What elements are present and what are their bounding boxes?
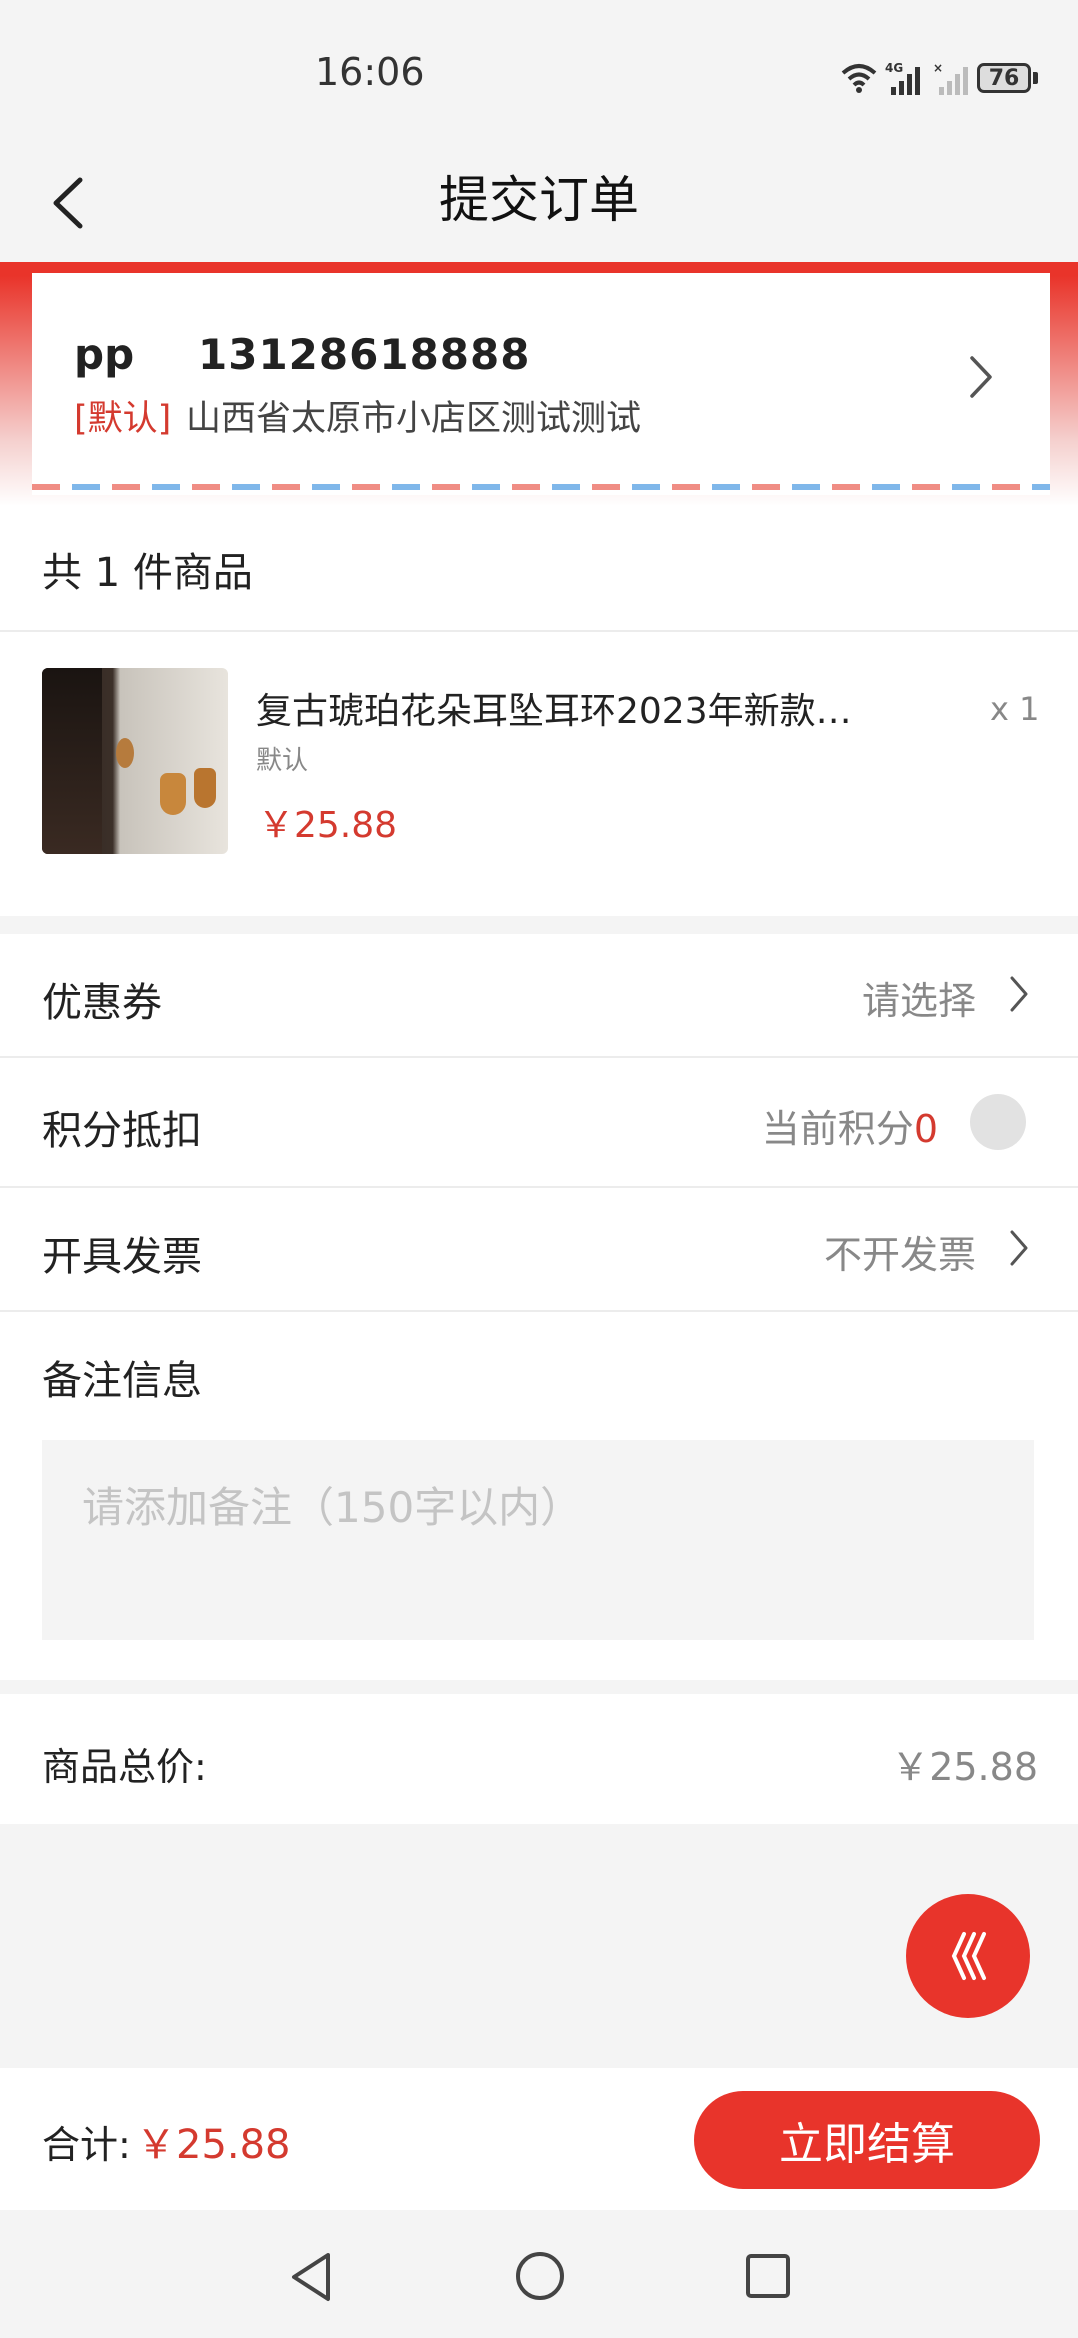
wifi-icon [841,64,877,93]
total-label: 商品总价: [42,1745,207,1789]
page-title: 提交订单 [439,171,639,229]
divider [0,1310,1078,1312]
product-title[interactable]: 复古琥珀花朵耳坠耳环2023年新款… [256,682,896,734]
invoice-label: 开具发票 [42,1234,202,1280]
nav-recent-icon[interactable] [744,2252,792,2300]
sum-label: 合计: [42,2123,131,2167]
note-placeholder: 请添加备注（150字以内） [82,1483,583,1532]
points-text: 当前积分 [761,1107,914,1151]
signal-4g-icon: 4G [885,61,920,95]
thumb-earring [116,738,134,768]
product-spec: 默认 [256,746,309,776]
battery-cap [1033,72,1038,84]
nav-back-icon[interactable] [286,2250,336,2304]
coupon-value[interactable]: 请选择 [862,970,976,1025]
header: 提交订单 [0,140,1078,262]
divider [0,630,1078,632]
chevron-right-icon[interactable] [966,352,996,402]
thumb-hair [42,668,102,854]
address-name: pp [74,330,135,379]
points-value: 当前积分0 [762,1098,938,1153]
checkout-button[interactable]: 立即结算 [694,2091,1040,2189]
status-time: 16:06 [315,50,425,94]
floating-service-button[interactable] [906,1894,1030,2018]
battery-level: 76 [988,65,1020,91]
chevron-right-icon[interactable] [1008,974,1030,1014]
svg-text:×: × [933,61,943,75]
signal-empty-icon: × [933,61,968,95]
product-image[interactable] [42,668,228,854]
thumb-earring [194,768,216,808]
invoice-value[interactable]: 不开发票 [824,1224,976,1279]
svg-text:4G: 4G [885,61,903,75]
divider [0,1056,1078,1058]
sum-value: ￥25.88 [136,2122,291,2168]
default-tag: [默认] [74,399,172,439]
battery-icon: 76 [977,63,1031,93]
address-phone: 13128618888 [198,330,531,379]
address-detail: 山西省太原市小店区测试测试 [186,399,642,439]
total-value: ￥25.88 [891,1745,1038,1789]
envelope-border [32,484,1050,490]
note-input[interactable] [42,1440,1034,1640]
points-amount: 0 [913,1107,938,1151]
coupon-label: 优惠券 [42,980,162,1026]
swipe-icon [951,1932,986,1980]
points-toggle[interactable] [970,1094,1026,1150]
thumb-earring [160,773,186,815]
item-count: 共 1 件商品 [42,550,253,596]
nav-home-icon[interactable] [514,2250,566,2302]
product-price: ￥25.88 [258,805,398,846]
chevron-right-icon[interactable] [1008,1228,1030,1268]
address-card[interactable] [32,273,1050,495]
divider [0,1186,1078,1188]
points-label: 积分抵扣 [42,1108,202,1154]
note-label: 备注信息 [42,1358,202,1404]
product-qty: x 1 [990,690,1040,728]
system-nav-bar [0,2210,1078,2338]
status-icons: 4G × 76 [841,58,1038,98]
